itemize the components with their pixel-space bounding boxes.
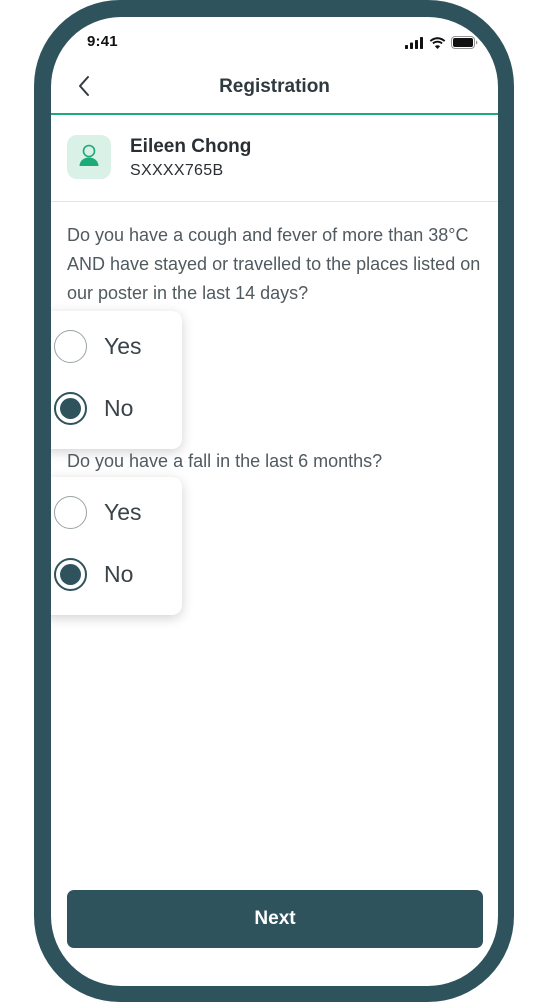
status-time: 9:41 [87, 33, 118, 50]
option-label: Yes [104, 332, 142, 359]
patient-name: Eileen Chong [130, 136, 252, 157]
status-bar: 9:41 [51, 17, 498, 67]
page-title: Registration [219, 76, 330, 97]
question-1-option-yes[interactable]: Yes [54, 326, 142, 366]
option-label: No [104, 394, 134, 421]
question-1-text: Do you have a cough and fever of more th… [67, 225, 481, 303]
status-icons [405, 36, 478, 49]
phone-screen: 9:41 Registration Eileen Chong SXXXX765B… [51, 17, 498, 986]
question-1-options: Yes No [51, 311, 182, 449]
radio-selected[interactable] [54, 391, 87, 425]
nav-bar: Registration [51, 67, 498, 115]
radio-unselected[interactable] [54, 329, 87, 363]
question-2-options: Yes No [51, 477, 182, 615]
avatar [67, 135, 111, 179]
question-1-option-no[interactable]: No [54, 388, 133, 428]
option-label: No [104, 560, 134, 587]
signal-icon [405, 36, 424, 49]
battery-icon [451, 36, 478, 49]
question-2-text: Do you have a fall in the last 6 months? [67, 451, 383, 471]
patient-header: Eileen Chong SXXXX765B [51, 115, 498, 202]
question-2-option-no[interactable]: No [54, 554, 133, 594]
wifi-icon [429, 36, 446, 49]
patient-id: SXXXX765B [130, 162, 224, 179]
question-2-option-yes[interactable]: Yes [54, 492, 142, 532]
option-label: Yes [104, 498, 142, 525]
radio-selected[interactable] [54, 557, 87, 591]
radio-unselected[interactable] [54, 495, 87, 529]
user-icon [76, 142, 102, 173]
next-button[interactable]: Next [67, 890, 483, 948]
